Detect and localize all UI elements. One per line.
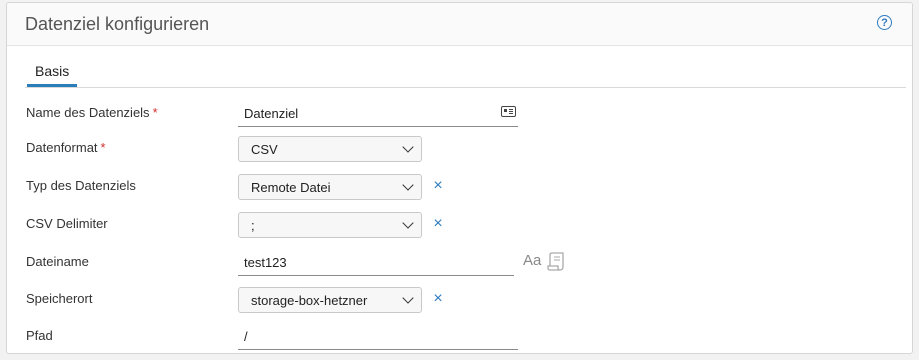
script-icon[interactable] <box>546 250 566 272</box>
chevron-down-icon <box>402 141 414 153</box>
filename-label: Dateiname <box>26 254 89 269</box>
name-input[interactable]: Datenziel <box>238 101 518 127</box>
name-value: Datenziel <box>244 106 299 121</box>
filename-input[interactable]: test123 <box>238 250 514 276</box>
tab-basis[interactable]: Basis <box>27 63 78 87</box>
storage-value: storage-box-hetzner <box>251 293 368 308</box>
delimiter-label: CSV Delimiter <box>26 216 108 231</box>
tab-bar: Basis <box>25 59 906 88</box>
chevron-down-icon <box>402 217 414 229</box>
required-marker: * <box>152 105 158 120</box>
help-icon[interactable]: ? <box>877 15 892 30</box>
delimiter-value: ; <box>251 218 255 233</box>
path-label: Pfad <box>26 328 53 343</box>
chevron-down-icon <box>402 292 414 304</box>
chevron-down-icon <box>402 179 414 191</box>
id-card-icon[interactable] <box>501 106 516 117</box>
path-value: / <box>244 329 248 344</box>
page-title: Datenziel konfigurieren <box>25 14 210 34</box>
text-format-icon[interactable]: Aa <box>523 252 541 269</box>
filename-value: test123 <box>244 255 287 270</box>
name-label: Name des Datenziels * <box>26 105 158 120</box>
clear-type-icon[interactable]: × <box>431 177 445 195</box>
format-value: CSV <box>251 142 278 157</box>
delimiter-select[interactable]: ; <box>238 212 422 238</box>
configure-panel: Datenziel konfigurieren ? Basis Name des… <box>6 2 913 354</box>
required-marker: * <box>100 140 106 155</box>
type-value: Remote Datei <box>251 180 331 195</box>
format-select[interactable]: CSV <box>238 136 422 162</box>
type-select[interactable]: Remote Datei <box>238 174 422 200</box>
storage-label: Speicherort <box>26 291 93 306</box>
path-input[interactable]: / <box>238 324 518 350</box>
clear-delimiter-icon[interactable]: × <box>431 215 445 233</box>
format-label: Datenformat * <box>26 140 106 155</box>
storage-select[interactable]: storage-box-hetzner <box>238 287 422 313</box>
clear-storage-icon[interactable]: × <box>431 290 445 308</box>
type-label: Typ des Datenziels <box>26 178 136 193</box>
panel-header: Datenziel konfigurieren ? <box>7 3 912 46</box>
